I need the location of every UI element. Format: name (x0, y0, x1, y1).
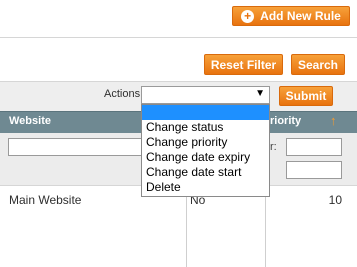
cell-website: Main Website (9, 193, 82, 207)
cell-priority: 10 (328, 193, 342, 207)
actions-label: Actions (104, 88, 141, 100)
actions-option-change-status[interactable]: Change status (142, 120, 269, 135)
column-header-priority[interactable]: riority (270, 115, 301, 127)
actions-option-delete[interactable]: Delete (142, 180, 269, 195)
actions-option-change-date-start[interactable]: Change date start (142, 165, 269, 180)
actions-select[interactable]: ▼ (141, 86, 270, 104)
submit-button[interactable]: Submit (279, 86, 333, 106)
actions-option-change-date-expiry[interactable]: Change date expiry (142, 150, 269, 165)
actions-option-blank[interactable] (142, 105, 269, 120)
actions-dropdown-list[interactable]: Change status Change priority Change dat… (141, 104, 270, 197)
priority-to-input[interactable] (286, 161, 342, 179)
search-button[interactable]: Search (291, 54, 345, 75)
column-header-website[interactable]: Website (9, 115, 51, 127)
actions-option-change-priority[interactable]: Change priority (142, 135, 269, 150)
website-filter-input[interactable] (8, 138, 148, 156)
priority-from-input[interactable] (286, 138, 342, 156)
add-new-rule-label: Add New Rule (260, 9, 341, 23)
plus-icon: + (241, 9, 255, 23)
add-new-rule-button[interactable]: + Add New Rule (232, 6, 350, 26)
priority-from-label: r: (270, 141, 277, 153)
dropdown-arrow-icon: ▼ (255, 88, 265, 99)
reset-filter-button[interactable]: Reset Filter (204, 54, 283, 75)
sort-arrow-icon[interactable]: ↑ (330, 113, 337, 128)
header-divider (0, 37, 357, 38)
